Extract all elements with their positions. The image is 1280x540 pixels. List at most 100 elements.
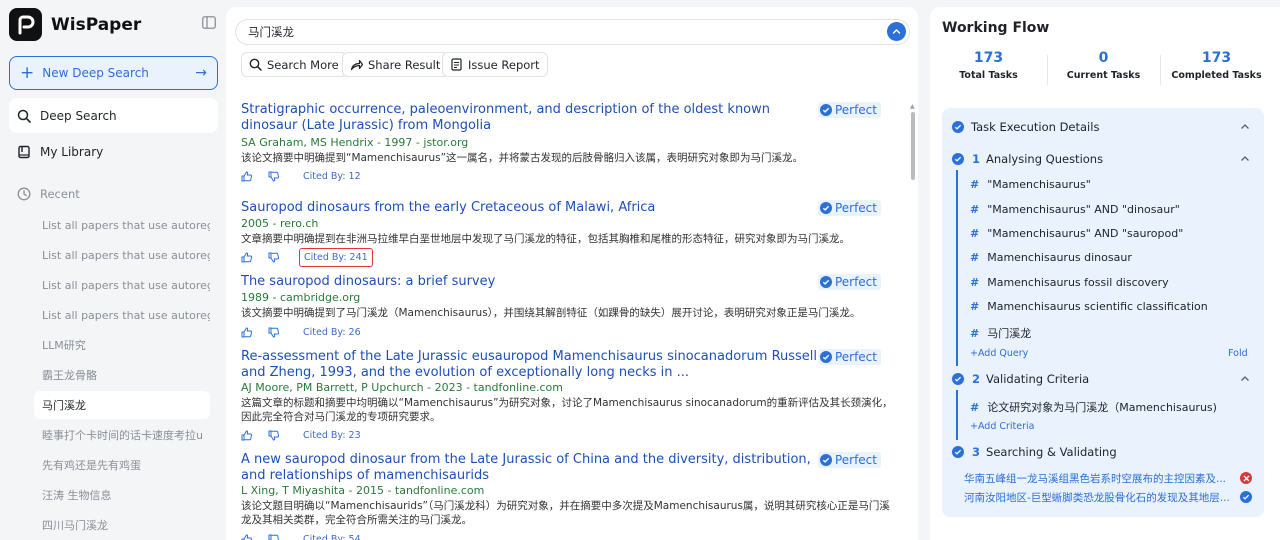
stat-value: 173	[973, 50, 1004, 66]
search-more-button[interactable]: Search More	[241, 52, 347, 77]
result-actions: Cited By: 241	[241, 247, 373, 267]
issue-report-label: Issue Report	[468, 57, 540, 72]
recent-header: Recent	[17, 187, 80, 201]
thumbs-down-icon[interactable]	[268, 534, 279, 540]
chevron-up-icon[interactable]	[1240, 374, 1250, 384]
recent-item[interactable]: List all papers that use autoreg	[34, 271, 210, 299]
step-connector	[956, 170, 958, 366]
result-title[interactable]: Re-assessment of the Late Jurassic eusau…	[241, 349, 826, 380]
nav-deep-search-label: Deep Search	[40, 108, 117, 123]
sidebar-collapse-icon[interactable]	[202, 16, 216, 29]
working-flow-title: Working Flow	[942, 20, 1050, 36]
step-analysing-questions[interactable]: 1 Analysing Questions	[942, 152, 1264, 166]
recent-item[interactable]: List all papers that use autoreg	[34, 301, 210, 329]
logo-icon	[9, 8, 42, 41]
thumbs-down-icon[interactable]	[268, 252, 279, 263]
add-query-link[interactable]: +Add Query	[970, 348, 1028, 359]
result-meta: AJ Moore, PM Barrett, P Upchurch - 2023 …	[241, 381, 563, 394]
recent-item[interactable]: 四川马门溪龙	[34, 511, 210, 539]
query-item: # "Mamenchisaurus" AND "sauropod"	[970, 227, 1184, 240]
result-actions: Cited By: 54	[241, 532, 365, 540]
nav-deep-search[interactable]: Deep Search	[9, 98, 218, 133]
result-title[interactable]: Sauropod dinosaurs from the early Cretac…	[241, 200, 826, 216]
add-criteria-link[interactable]: +Add Criteria	[970, 421, 1035, 432]
result-title[interactable]: The sauropod dinosaurs: a brief survey	[241, 274, 826, 290]
search-input[interactable]: 马门溪龙	[235, 19, 910, 45]
step-number: 1	[972, 152, 981, 166]
relevance-badge: Perfect	[817, 200, 881, 216]
result-meta: L Xing, T Miyashita - 2015 - tandfonline…	[241, 484, 485, 497]
step-validating-criteria[interactable]: 2 Validating Criteria	[942, 372, 1264, 386]
recent-item[interactable]: 汪涛 生物信息	[34, 481, 210, 509]
results-scrollbar[interactable]	[911, 112, 915, 180]
arrow-right-icon: →	[195, 65, 207, 81]
logo[interactable]: WisPaper	[9, 8, 141, 41]
details-header[interactable]: Task Execution Details	[942, 120, 1264, 134]
step-label: Searching & Validating	[986, 445, 1117, 459]
share-icon	[350, 59, 363, 71]
recent-item[interactable]: 先有鸡还是先有鸡蛋	[34, 451, 210, 479]
stat-current: 0 Current Tasks	[1047, 50, 1160, 90]
chevron-up-icon[interactable]	[1240, 122, 1250, 132]
recent-item[interactable]: 霸王龙骨骼	[34, 361, 210, 389]
step-label: Validating Criteria	[986, 372, 1090, 386]
success-status-icon	[1240, 491, 1252, 503]
cited-by-link[interactable]: Cited By: 23	[299, 427, 365, 444]
recent-item[interactable]: List all papers that use autoreg	[34, 211, 210, 239]
fold-link[interactable]: Fold	[1228, 348, 1248, 359]
cited-by-link[interactable]: Cited By: 54	[299, 531, 365, 540]
result-snippet: 文章摘要中明确提到在非洲马拉维早白垩世地层中发现了马门溪龙的特征，包括其胸椎和尾…	[241, 233, 850, 245]
thumbs-down-icon[interactable]	[268, 171, 279, 182]
issue-report-button[interactable]: Issue Report	[442, 52, 548, 77]
thumbs-up-icon[interactable]	[241, 251, 252, 263]
search-submit-button[interactable]	[887, 22, 906, 41]
search-more-label: Search More	[267, 57, 339, 72]
query-item: # "Mamenchisaurus"	[970, 178, 1091, 191]
sidebar: WisPaper + New Deep Search → Deep Search…	[0, 0, 226, 540]
task-stats: 173 Total Tasks 0 Current Tasks 173 Comp…	[930, 50, 1280, 90]
step-searching-validating[interactable]: 3 Searching & Validating	[942, 445, 1264, 459]
thumbs-up-icon[interactable]	[241, 170, 252, 182]
cited-by-link[interactable]: Cited By: 241	[299, 247, 373, 267]
recent-item[interactable]: 马门溪龙	[34, 391, 210, 419]
thumbs-up-icon[interactable]	[241, 326, 252, 338]
result-title[interactable]: A new sauropod dinosaur from the Late Ju…	[241, 452, 826, 483]
stat-total: 173 Total Tasks	[930, 50, 1047, 90]
recent-label: Recent	[40, 187, 80, 201]
chevron-up-icon[interactable]	[1240, 154, 1250, 164]
recent-item[interactable]: LLM研究	[34, 331, 210, 359]
search-icon	[17, 109, 31, 123]
thumbs-up-icon[interactable]	[241, 429, 252, 441]
task-execution-details: Task Execution Details 1 Analysing Quest…	[942, 108, 1264, 517]
document-icon	[451, 58, 462, 71]
relevance-label: Perfect	[834, 350, 877, 364]
source-link[interactable]: 华南五峰组一龙马溪组黑色岩系时空展布的主控因素及...	[964, 471, 1232, 486]
thumbs-down-icon[interactable]	[268, 430, 279, 441]
new-deep-search-button[interactable]: + New Deep Search →	[9, 56, 218, 90]
cited-by-link[interactable]: Cited By: 12	[299, 168, 365, 185]
recent-item[interactable]: 睦事打个卡时间的话卡速度考拉u	[34, 421, 210, 449]
nav-my-library-label: My Library	[40, 144, 104, 159]
check-circle-icon	[819, 351, 832, 363]
step-number: 2	[972, 372, 981, 386]
result-actions: Cited By: 23	[241, 428, 365, 442]
nav-my-library[interactable]: My Library	[9, 134, 218, 169]
check-circle-icon	[952, 153, 964, 165]
recent-item[interactable]: List all papers that use autoreg	[34, 241, 210, 269]
share-result-button[interactable]: Share Result	[342, 52, 449, 77]
cited-by-link[interactable]: Cited By: 26	[299, 324, 365, 341]
query-item: # 马门溪龙	[970, 327, 1032, 340]
result-title[interactable]: Stratigraphic occurrence, paleoenvironme…	[241, 102, 826, 133]
scroll-up-arrow[interactable]: ▲	[910, 103, 915, 110]
working-flow-panel: Working Flow 173 Total Tasks 0 Current T…	[930, 7, 1280, 540]
relevance-label: Perfect	[834, 275, 877, 289]
book-icon	[18, 145, 30, 158]
check-circle-icon	[819, 454, 832, 466]
source-link[interactable]: 河南汝阳地区-巨型蜥脚类恐龙股骨化石的发现及其地层...	[964, 490, 1232, 505]
thumbs-up-icon[interactable]	[241, 533, 252, 540]
share-result-label: Share Result	[368, 57, 441, 72]
stat-value: 0	[1098, 50, 1109, 66]
step-label: Analysing Questions	[986, 152, 1104, 166]
check-circle-icon	[819, 202, 832, 214]
thumbs-down-icon[interactable]	[268, 327, 279, 338]
